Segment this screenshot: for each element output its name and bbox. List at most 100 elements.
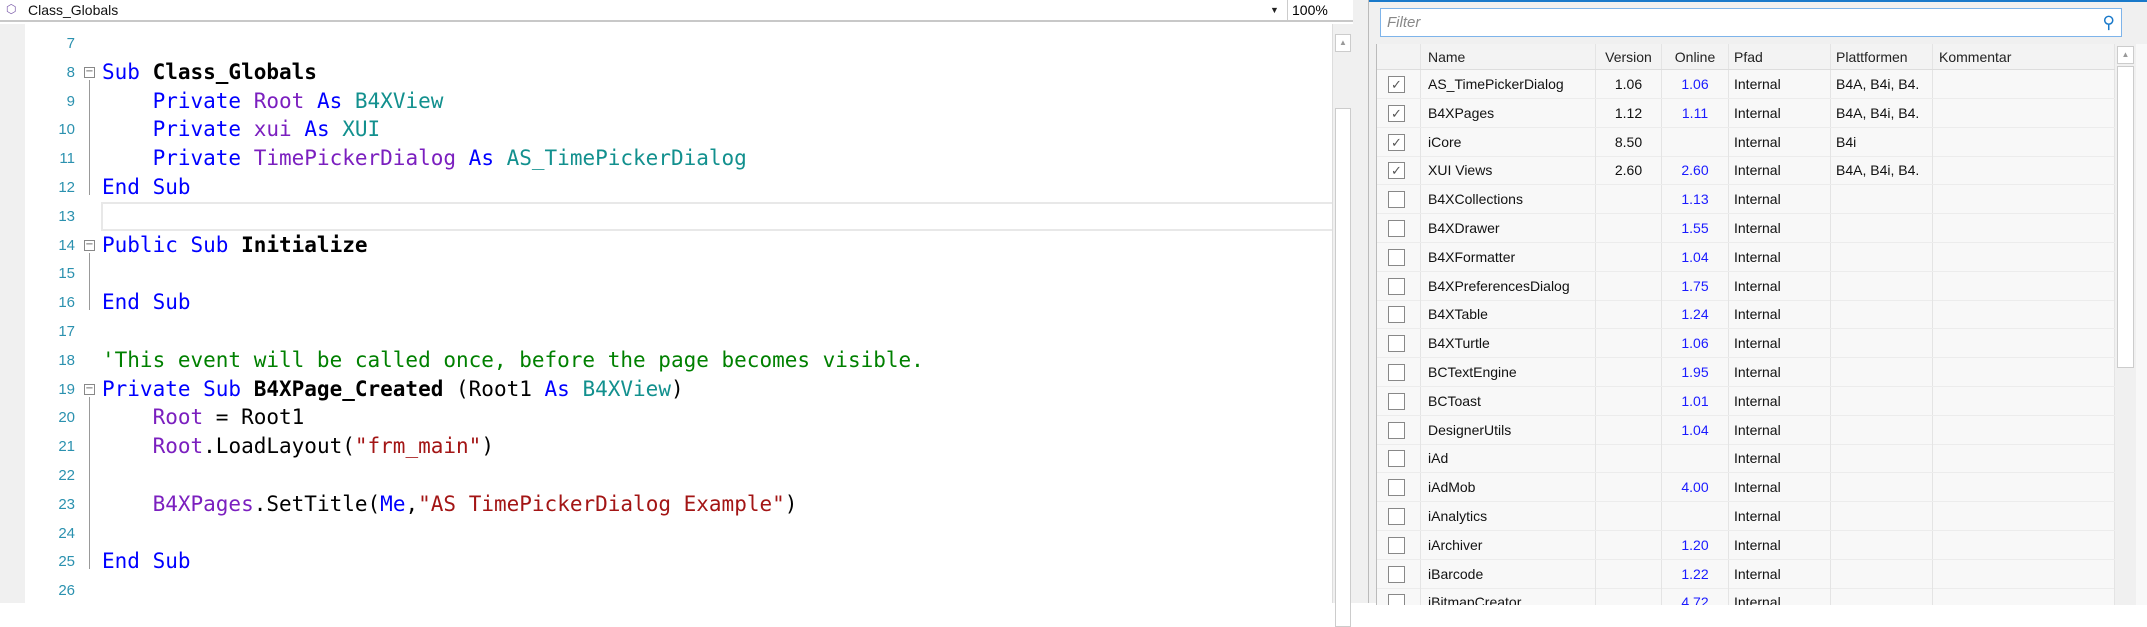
checkbox-unchecked[interactable]	[1388, 364, 1405, 381]
scroll-up-icon[interactable]: ▲	[2117, 46, 2134, 64]
table-scrollbar[interactable]: ▲	[2115, 44, 2136, 605]
checkbox-unchecked[interactable]	[1388, 536, 1405, 554]
checkbox-unchecked[interactable]	[1388, 450, 1405, 468]
checkbox-unchecked[interactable]	[1388, 335, 1405, 353]
code-line[interactable]: 12 End Sub	[25, 173, 1332, 202]
checkbox-checked[interactable]: ✓	[1388, 104, 1405, 122]
checkbox-checked[interactable]: ✓	[1388, 76, 1405, 93]
code-line[interactable]: 16 End Sub	[25, 288, 1332, 317]
library-row[interactable]: ✓ B4XPages 1.12 1.11 Internal B4A, B4i, …	[1377, 98, 2115, 128]
check-cell	[1377, 185, 1421, 214]
header-name[interactable]: Name	[1421, 44, 1596, 69]
library-row[interactable]: iAnalytics Internal	[1377, 502, 2115, 531]
checkbox-checked[interactable]: ✓	[1388, 133, 1405, 151]
search-icon[interactable]: ⚲	[2103, 9, 2115, 36]
editor-margin	[0, 24, 25, 603]
library-row[interactable]: iAd Internal	[1377, 444, 2115, 474]
library-row[interactable]: DesignerUtils 1.04 Internal	[1377, 415, 2115, 445]
code-line[interactable]: 14− Public Sub Initialize	[25, 231, 1332, 260]
line-number: 19	[58, 380, 75, 398]
code-line[interactable]: 7	[25, 29, 1332, 58]
code-line[interactable]: 24	[25, 519, 1332, 548]
code-line[interactable]: 9 Private Root As B4XView	[25, 87, 1332, 116]
module-selector[interactable]: ⬡ Class_Globals ▼	[0, 0, 1283, 20]
checkbox-unchecked[interactable]	[1388, 479, 1405, 497]
scroll-thumb[interactable]	[2117, 66, 2134, 368]
code-token: As	[468, 146, 507, 171]
checkbox-unchecked[interactable]	[1388, 594, 1405, 605]
fold-toggle-icon[interactable]: −	[84, 239, 95, 251]
code-line[interactable]: 25 End Sub	[25, 547, 1332, 576]
code-text: Root = Root1	[102, 403, 305, 432]
header-version[interactable]: Version	[1596, 44, 1662, 69]
platforms-cell: B4i	[1831, 127, 1933, 156]
library-row[interactable]: iArchiver 1.20 Internal	[1377, 530, 2115, 560]
checkbox-unchecked[interactable]	[1388, 220, 1405, 237]
filter-input[interactable]: Filter ⚲	[1380, 8, 2122, 37]
version-cell	[1596, 214, 1662, 242]
code-line[interactable]: 15	[25, 259, 1332, 288]
code-line[interactable]: 18 'This event will be called once, befor…	[25, 346, 1332, 375]
code-line[interactable]: 17	[25, 317, 1332, 346]
code-line[interactable]: 21 Root.LoadLayout("frm_main")	[25, 432, 1332, 461]
library-row[interactable]: B4XCollections 1.13 Internal	[1377, 185, 2115, 215]
version-cell	[1596, 185, 1662, 214]
scroll-up-icon[interactable]: ▲	[1335, 34, 1351, 52]
code-line[interactable]: 19− Private Sub B4XPage_Created (Root1 As…	[25, 375, 1332, 404]
header-comment[interactable]: Kommentar	[1933, 44, 2115, 69]
checkbox-unchecked[interactable]	[1388, 421, 1405, 439]
library-row[interactable]: B4XTable 1.24 Internal	[1377, 300, 2115, 330]
code-token: B4XPages	[152, 491, 254, 516]
code-token: End Sub	[102, 290, 191, 315]
scroll-thumb[interactable]	[1335, 108, 1351, 627]
library-row[interactable]: ✓ iCore 8.50 Internal B4i	[1377, 127, 2115, 157]
name-cell: DesignerUtils	[1421, 415, 1596, 444]
check-cell	[1377, 502, 1421, 530]
checkbox-unchecked[interactable]	[1388, 248, 1405, 266]
editor-scrollbar[interactable]: ▲	[1332, 24, 1353, 627]
name-cell: XUI Views	[1421, 156, 1596, 185]
header-online[interactable]: Online	[1662, 44, 1729, 69]
library-row[interactable]: B4XTurtle 1.06 Internal	[1377, 329, 2115, 359]
code-line[interactable]: 26	[25, 576, 1332, 603]
code-line[interactable]: 10 Private xui As XUI	[25, 115, 1332, 144]
libraries-table: Name Version Online Pfad Plattformen Kom…	[1376, 44, 2147, 605]
checkbox-unchecked[interactable]	[1388, 392, 1405, 410]
code-line[interactable]: 22	[25, 461, 1332, 490]
fold-toggle-icon[interactable]: −	[84, 66, 95, 78]
header-path[interactable]: Pfad	[1729, 44, 1831, 69]
library-row[interactable]: iBarcode 1.22 Internal	[1377, 559, 2115, 589]
library-row[interactable]: B4XPreferencesDialog 1.75 Internal	[1377, 271, 2115, 301]
checkbox-unchecked[interactable]	[1388, 565, 1405, 583]
code-line[interactable]: 23 B4XPages.SetTitle(Me,"AS TimePickerDi…	[25, 490, 1332, 519]
library-row[interactable]: B4XFormatter 1.04 Internal	[1377, 242, 2115, 272]
comment-cell	[1933, 530, 2115, 559]
code-line[interactable]: 20 Root = Root1	[25, 403, 1332, 432]
header-platforms[interactable]: Plattformen	[1831, 44, 1933, 69]
code-text: Sub Class_Globals	[102, 58, 317, 87]
code-text: End Sub	[102, 288, 191, 317]
name-cell: iArchiver	[1421, 530, 1596, 559]
panel-splitter[interactable]	[1353, 0, 1369, 603]
code-line[interactable]: 13	[25, 201, 1332, 231]
library-row[interactable]: ✓ AS_TimePickerDialog 1.06 1.06 Internal…	[1377, 70, 2115, 99]
library-row[interactable]: iAdMob 4.00 Internal	[1377, 473, 2115, 503]
library-row[interactable]: B4XDrawer 1.55 Internal	[1377, 214, 2115, 243]
checkbox-unchecked[interactable]	[1388, 306, 1405, 324]
online-cell	[1662, 444, 1729, 473]
library-row[interactable]: BCToast 1.01 Internal	[1377, 386, 2115, 416]
library-row[interactable]: ✓ XUI Views 2.60 2.60 Internal B4A, B4i,…	[1377, 156, 2115, 186]
checkbox-checked[interactable]: ✓	[1388, 162, 1405, 180]
checkbox-unchecked[interactable]	[1388, 191, 1405, 209]
code-line[interactable]: 8− Sub Class_Globals	[25, 58, 1332, 87]
checkbox-unchecked[interactable]	[1388, 277, 1405, 295]
name-cell: B4XTable	[1421, 300, 1596, 329]
code-line[interactable]: 11 Private TimePickerDialog As AS_TimePi…	[25, 144, 1332, 173]
line-number: 26	[58, 582, 75, 600]
code-editor[interactable]: 7 8− Sub Class_Globals 9 Private Root As B4…	[25, 24, 1332, 603]
library-row[interactable]: BCTextEngine 1.95 Internal	[1377, 358, 2115, 387]
checkbox-unchecked[interactable]	[1388, 508, 1405, 525]
online-cell: 1.04	[1662, 242, 1729, 271]
fold-toggle-icon[interactable]: −	[84, 383, 95, 395]
